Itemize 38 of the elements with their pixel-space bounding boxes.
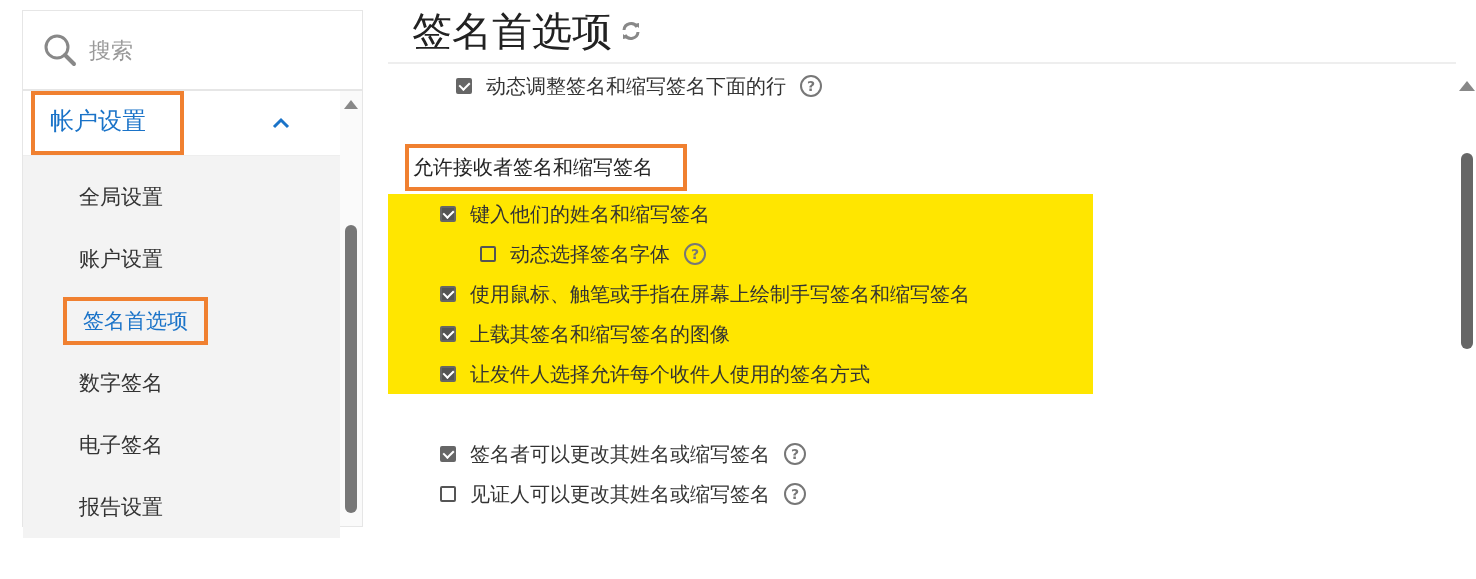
checkbox[interactable] <box>440 486 456 502</box>
option-label: 签名者可以更改其姓名或缩写签名 <box>470 440 770 468</box>
nav-section-label: 帐户设置 <box>31 91 184 155</box>
checkbox[interactable] <box>440 326 456 342</box>
option-label: 见证人可以更改其姓名或缩写签名 <box>470 480 770 508</box>
page-title: 签名首选项 <box>412 6 612 56</box>
checkbox[interactable] <box>456 78 472 94</box>
nav-item[interactable]: 账户设置 <box>63 239 179 279</box>
help-button[interactable]: ? <box>784 443 806 465</box>
nav-item[interactable]: 全局设置 <box>63 177 179 217</box>
caret-icon <box>272 117 290 129</box>
nav-section-header[interactable]: 帐户设置 <box>23 91 340 156</box>
option-label: 使用鼠标、触笔或手指在屏幕上绘制手写签名和缩写签名 <box>470 280 970 308</box>
option-label: 让发件人选择允许每个收件人使用的签名方式 <box>470 360 870 388</box>
option-label: 动态调整签名和缩写签名下面的行 <box>486 72 786 100</box>
search-field[interactable]: 搜索 <box>87 36 291 64</box>
checkbox[interactable] <box>440 286 456 302</box>
help-button[interactable]: ? <box>684 243 706 265</box>
nav-item[interactable]: 报告设置 <box>63 487 179 527</box>
checkbox[interactable] <box>440 206 456 222</box>
option-label: 键入他们的姓名和缩写签名 <box>470 200 710 228</box>
help-button[interactable]: ? <box>784 483 806 505</box>
checkbox[interactable] <box>480 246 496 262</box>
nav-item[interactable]: 签名首选项 <box>63 297 208 345</box>
nav-item[interactable]: 数字签名 <box>63 363 179 403</box>
scrollbar-thumb[interactable] <box>1461 153 1473 349</box>
group-heading: 允许接收者签名和缩写签名 <box>405 143 687 191</box>
checkbox[interactable] <box>440 366 456 382</box>
help-button[interactable]: ? <box>800 75 822 97</box>
option-label: 上载其签名和缩写签名的图像 <box>470 320 730 348</box>
scroll-up-icon[interactable] <box>1459 80 1475 91</box>
search-icon <box>43 33 77 67</box>
scroll-up-icon[interactable] <box>344 99 358 109</box>
option-label: 动态选择签名字体 <box>510 240 670 268</box>
refresh-icon[interactable] <box>620 20 642 42</box>
checkbox[interactable] <box>440 446 456 462</box>
nav-item[interactable]: 电子签名 <box>63 425 179 465</box>
scrollbar-thumb[interactable] <box>345 225 357 513</box>
